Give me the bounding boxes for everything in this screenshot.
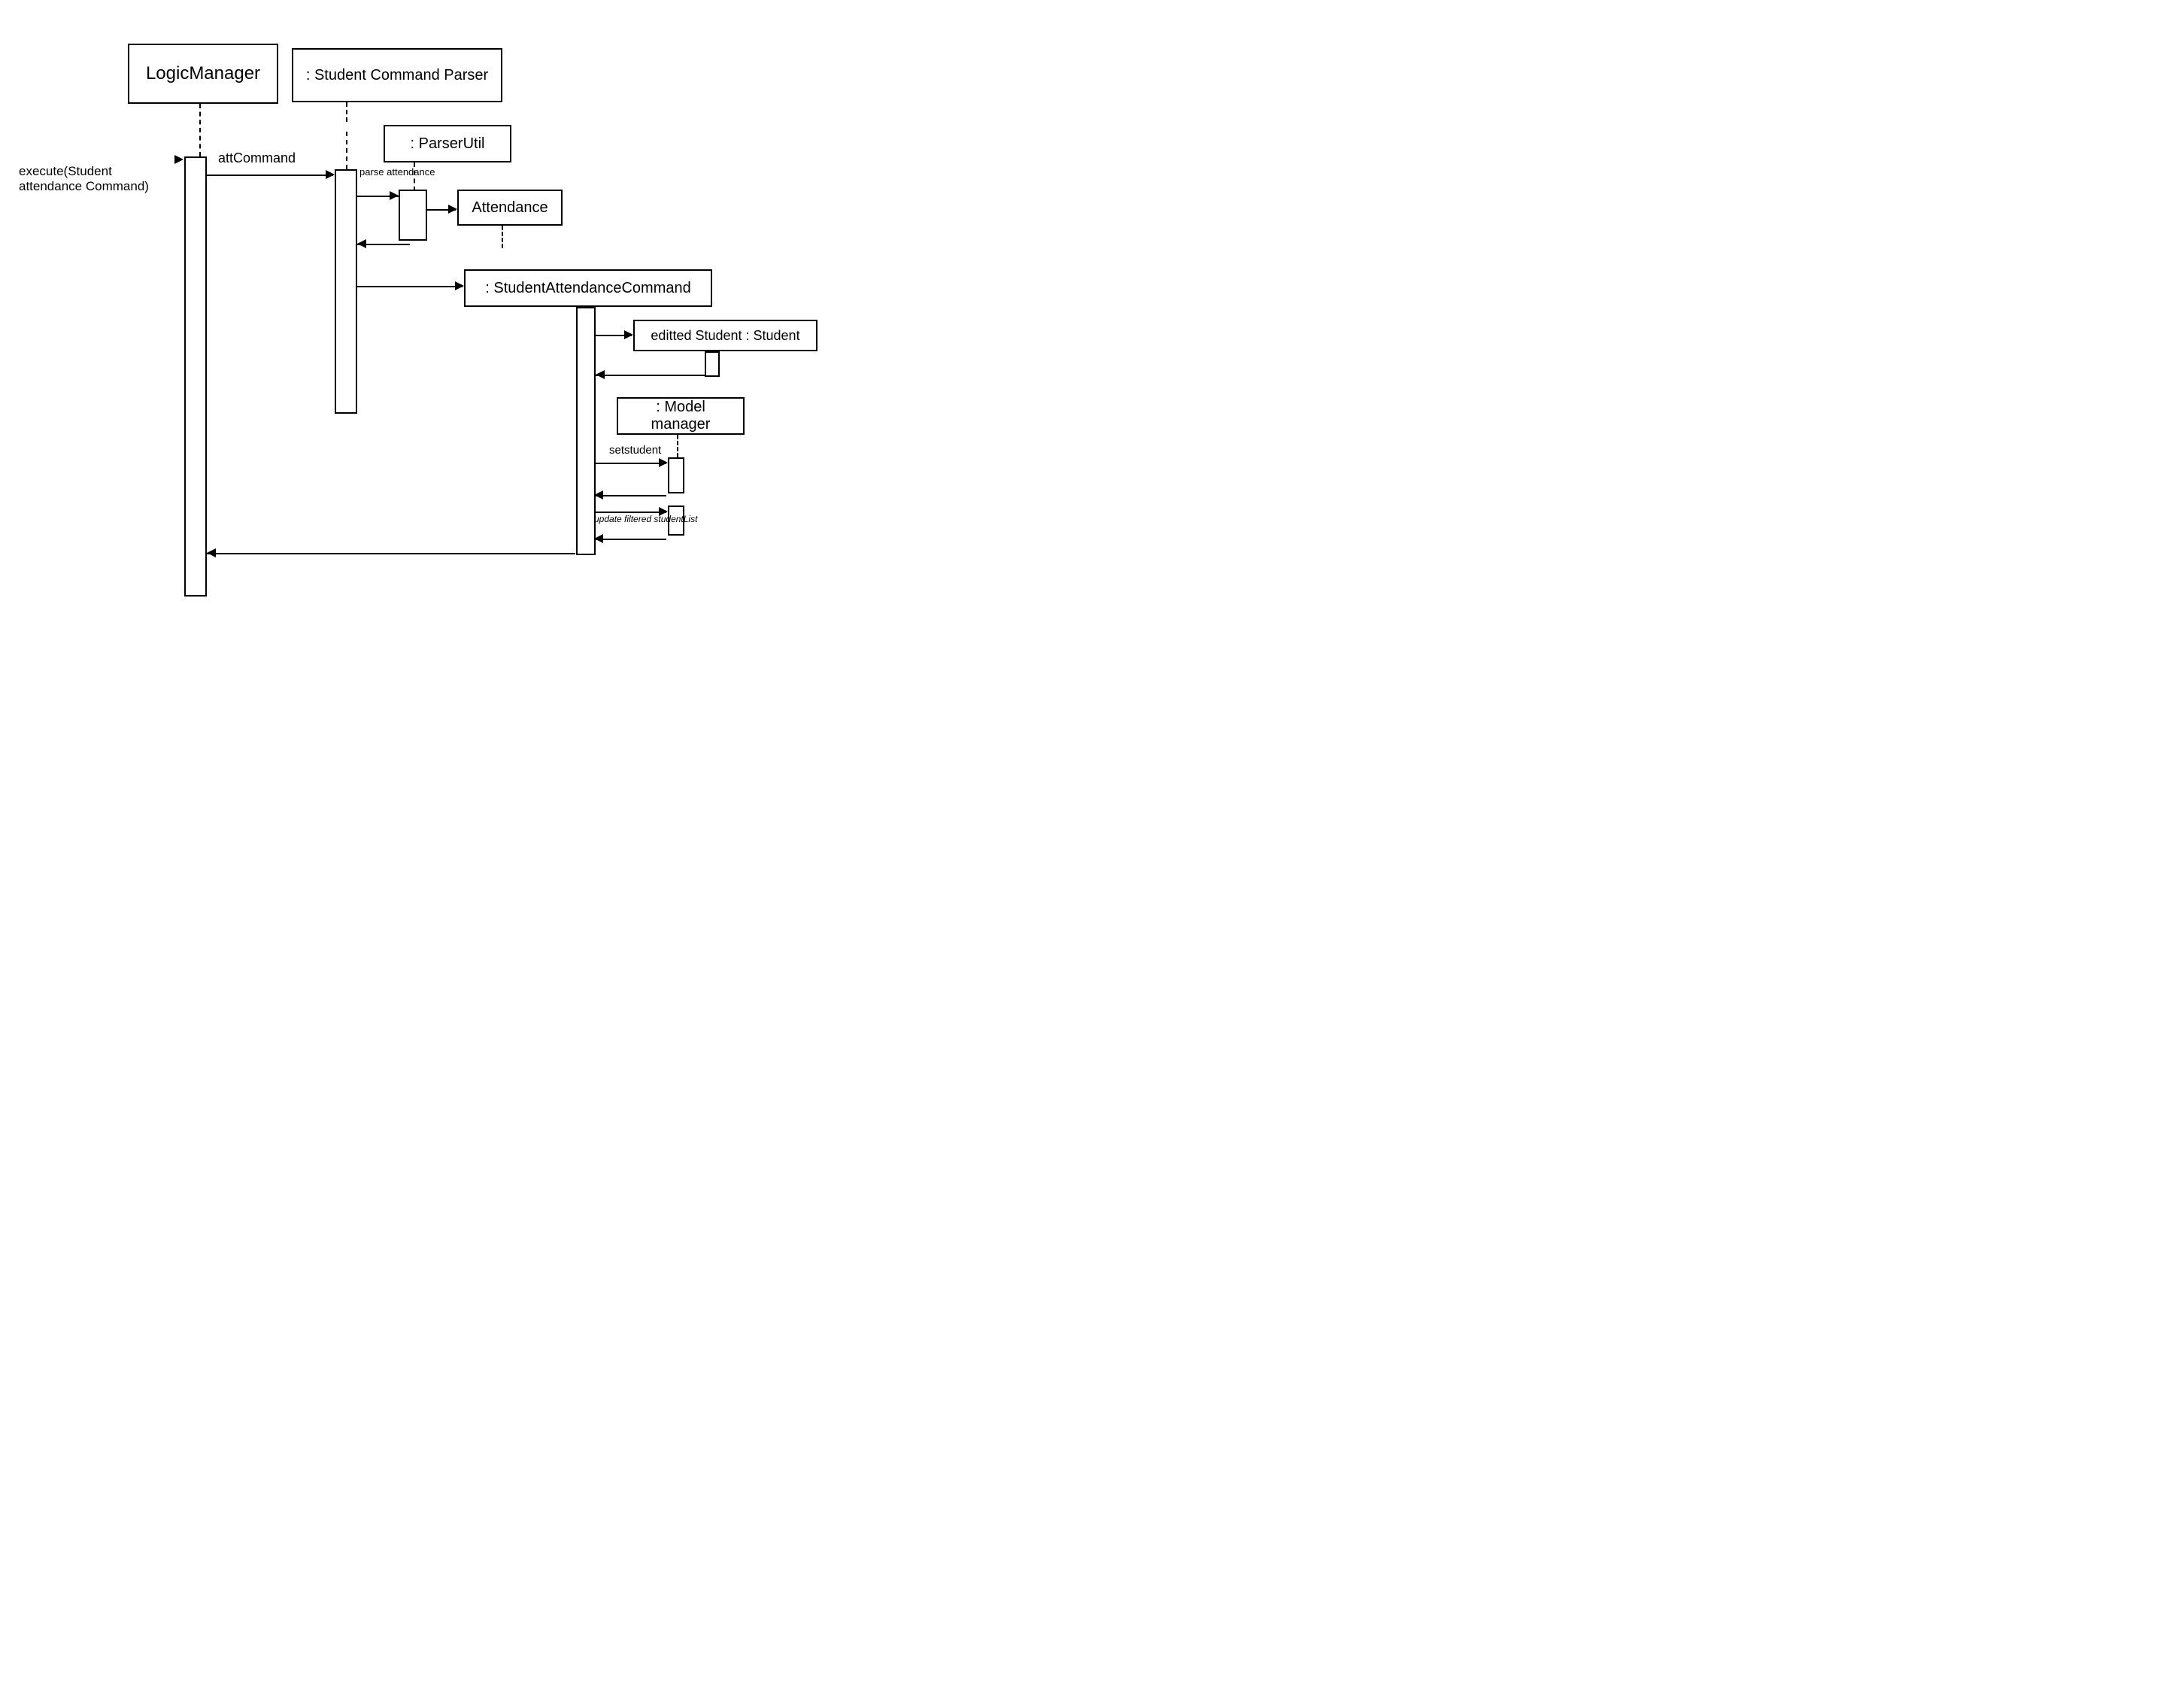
arrow-line: [207, 553, 575, 554]
participant-model-manager: : Model manager: [617, 397, 745, 435]
arrow-head: [207, 548, 216, 557]
activation-model-manager-1: [668, 457, 684, 493]
label: Attendance: [472, 199, 548, 217]
participant-parser-util: : ParserUtil: [384, 125, 511, 162]
label: LogicManager: [146, 63, 260, 84]
arrow-head: [659, 458, 668, 467]
activation-student-command-parser: [335, 169, 357, 414]
message-parse-attendance: parse attendance: [359, 167, 435, 177]
label: attCommand: [218, 150, 296, 165]
label: : Student Command Parser: [306, 67, 488, 84]
activation-student-attendance-command: [576, 307, 596, 555]
arrow-line: [596, 539, 666, 540]
arrow-head: [624, 330, 633, 339]
arrow-head: [326, 170, 335, 179]
arrow-head: [596, 370, 605, 379]
arrow-head: [357, 239, 366, 248]
arrow-line: [596, 463, 666, 464]
message-update-filtered: update filtered studentList: [594, 515, 697, 524]
arrow-line: [596, 495, 666, 496]
message-execute: execute(Student attendance Command): [19, 164, 177, 194]
label: parse attendance: [359, 166, 435, 178]
label: execute(Student attendance Command): [19, 164, 149, 193]
participant-logic-manager: LogicManager: [128, 44, 278, 104]
label: : ParserUtil: [411, 135, 485, 153]
lifeline: [502, 226, 503, 248]
label: : StudentAttendanceCommand: [485, 280, 691, 297]
lifeline: [346, 102, 347, 122]
label: : Model manager: [624, 399, 737, 433]
participant-edited-student: editted Student : Student: [633, 320, 817, 351]
participant-attendance: Attendance: [457, 190, 563, 226]
label: update filtered studentList: [594, 514, 697, 524]
lifeline: [346, 132, 347, 169]
arrow-line: [207, 175, 333, 176]
arrow-head: [455, 281, 464, 290]
arrow-head: [659, 507, 668, 516]
message-set-student: setstudent: [609, 444, 661, 457]
participant-student-attendance-command: : StudentAttendanceCommand: [464, 269, 712, 307]
activation-edited-student: [705, 351, 720, 377]
arrow-line: [596, 375, 705, 376]
arrow-head: [594, 490, 603, 499]
lifeline: [677, 435, 678, 457]
activation-logic-manager: [184, 156, 207, 597]
message-att-command: attCommand: [218, 150, 296, 166]
arrow-head: [390, 191, 399, 200]
arrow-line: [357, 286, 463, 287]
arrow-head: [594, 534, 603, 543]
lifeline: [199, 104, 201, 156]
label: setstudent: [609, 444, 661, 457]
activation-parser-util: [399, 190, 427, 241]
arrow-head: [448, 205, 457, 214]
label: editted Student : Student: [651, 328, 799, 344]
arrow-line: [596, 512, 666, 513]
participant-student-command-parser: : Student Command Parser: [292, 48, 502, 102]
arrow-head: [174, 155, 184, 164]
